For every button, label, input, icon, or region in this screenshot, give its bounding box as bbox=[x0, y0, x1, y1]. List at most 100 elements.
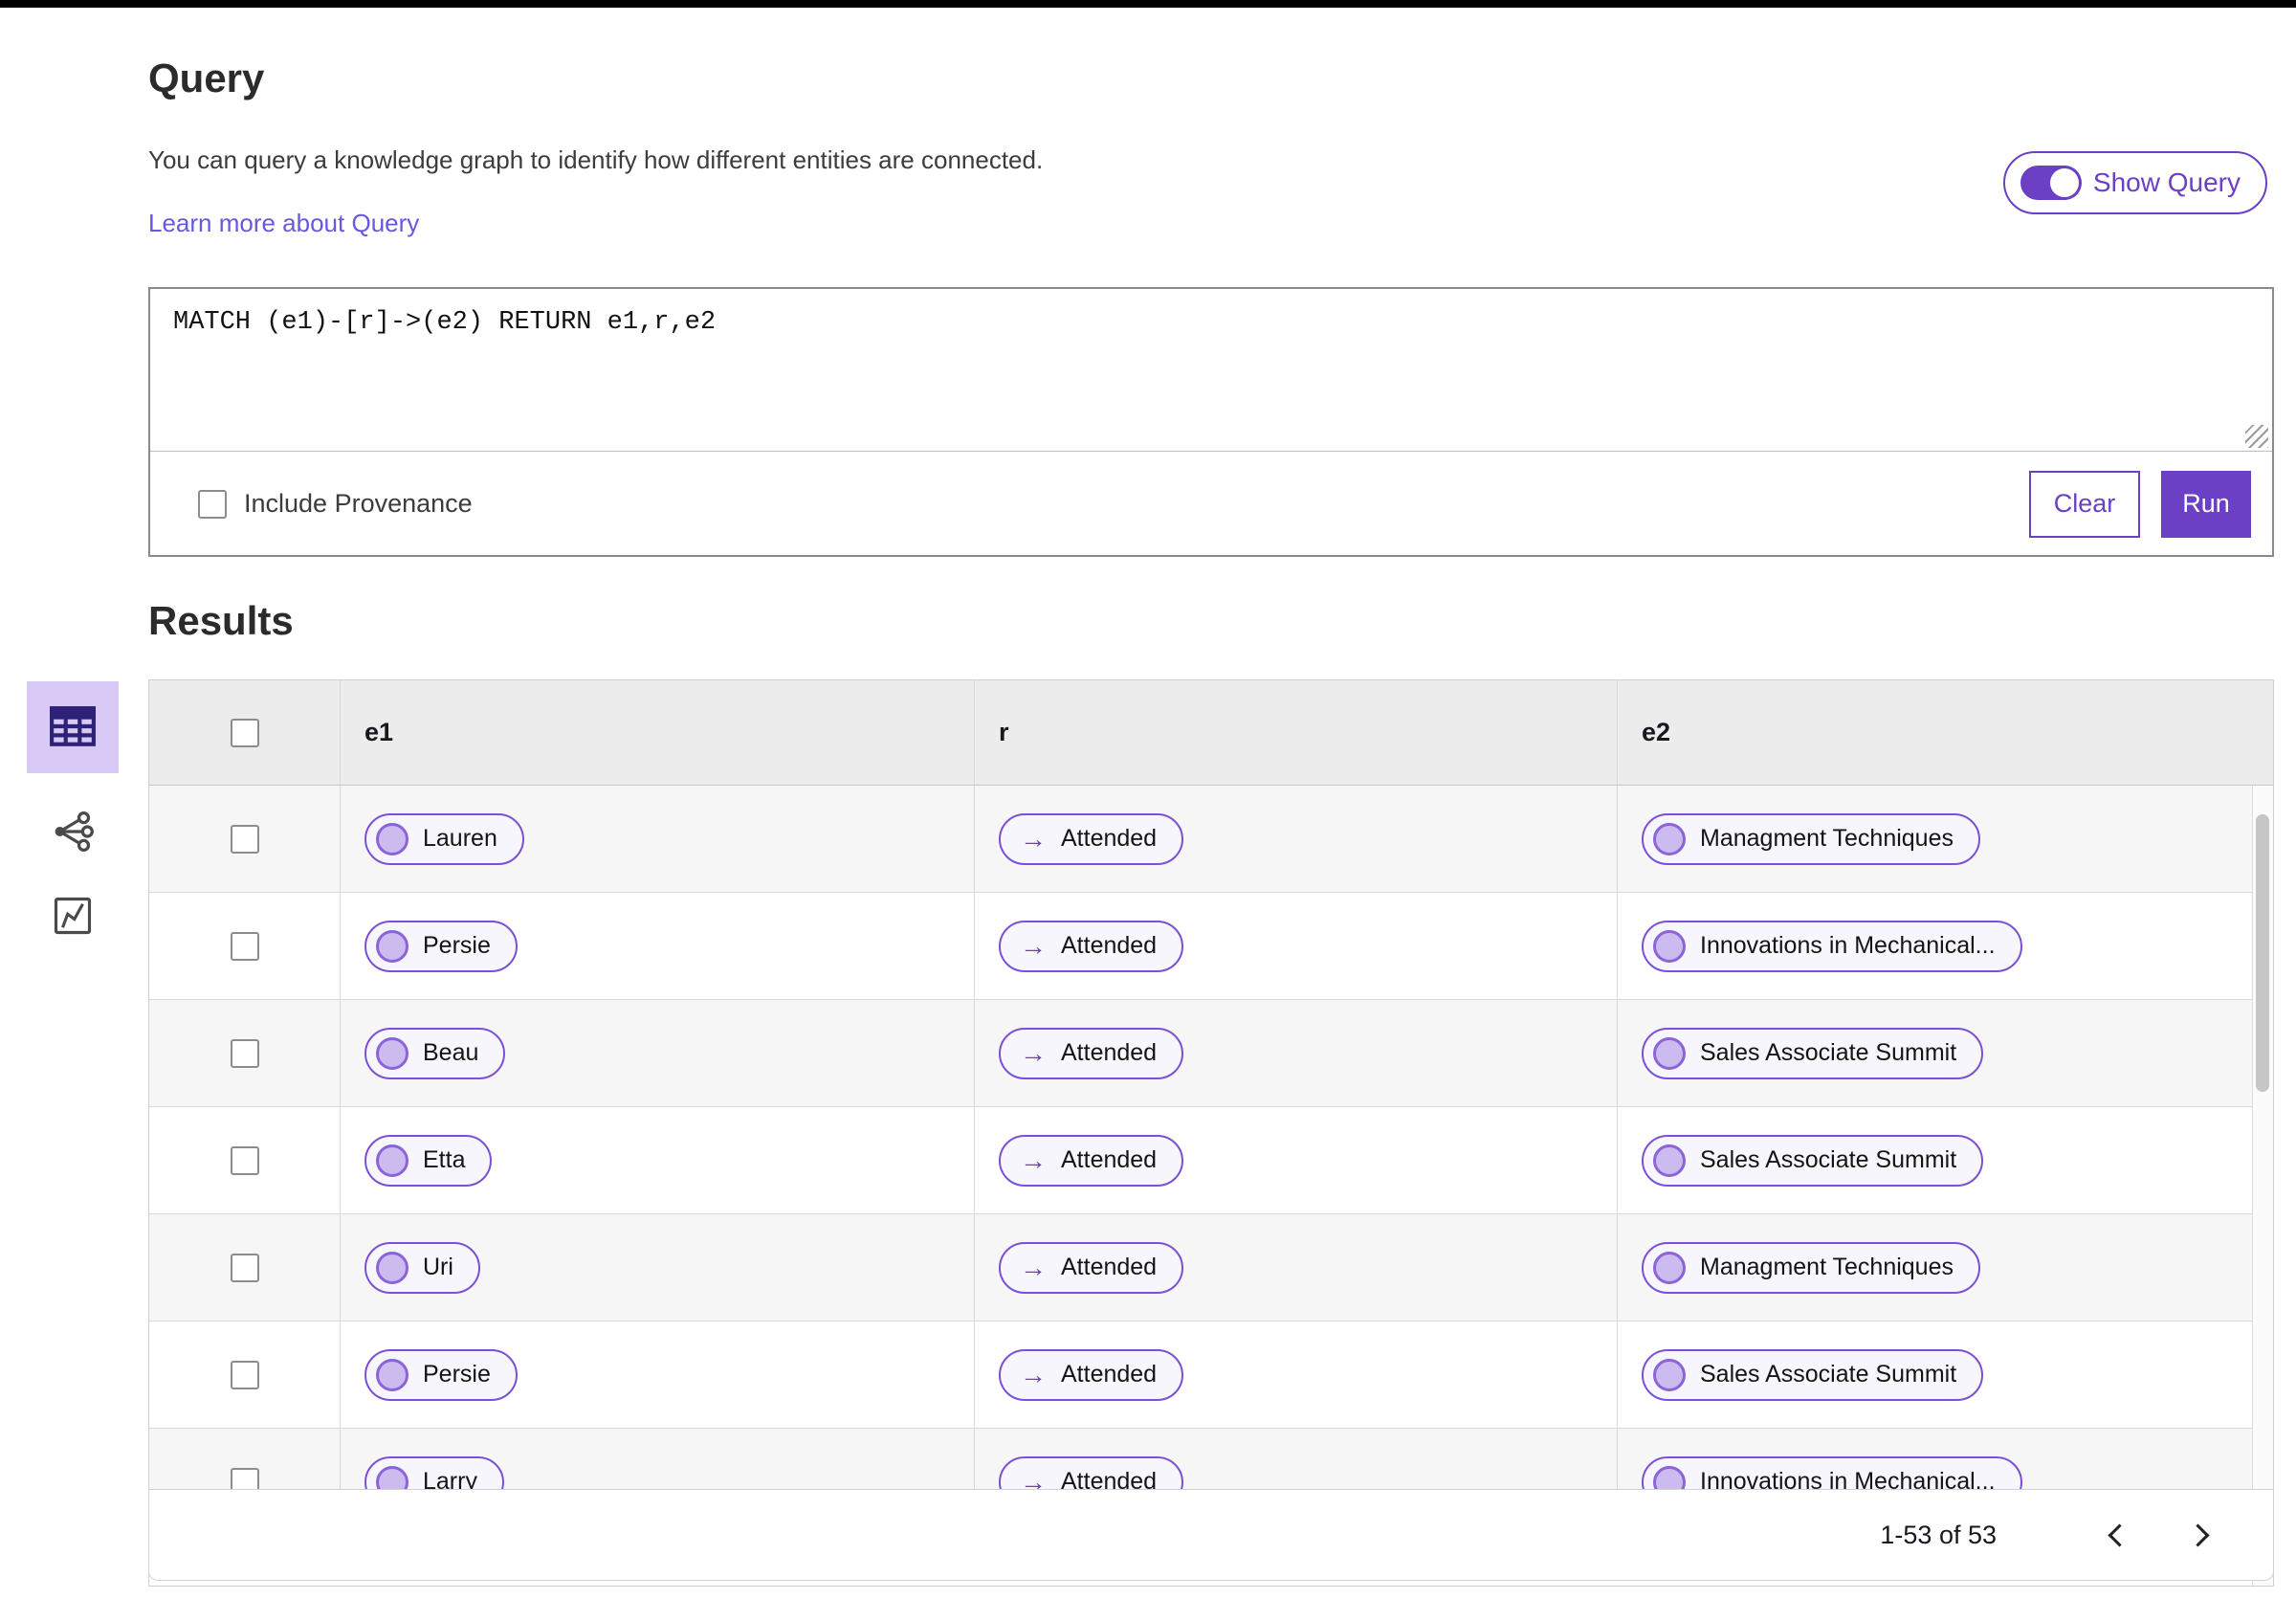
entity-pill[interactable]: Lauren bbox=[364, 812, 524, 865]
include-provenance-checkbox[interactable] bbox=[198, 489, 227, 519]
relation-pill[interactable]: → Attended bbox=[999, 1134, 1184, 1187]
graph-view-button[interactable] bbox=[48, 808, 98, 857]
entity-circle-icon bbox=[1653, 1144, 1686, 1177]
entity-pill[interactable]: Persie bbox=[364, 1348, 518, 1401]
table-view-button[interactable] bbox=[27, 681, 119, 773]
entity-label: Sales Associate Summit bbox=[1700, 1039, 1957, 1066]
page-description: You can query a knowledge graph to ident… bbox=[148, 145, 1044, 174]
table-row: Beau → Attended Sales Associate Summit bbox=[149, 1000, 2273, 1107]
entity-pill[interactable]: Etta bbox=[364, 1134, 493, 1187]
entity-label: Innovations in Mechanical... bbox=[1700, 932, 1996, 959]
column-header-e1: e1 bbox=[364, 718, 394, 746]
entity-pill[interactable]: Persie bbox=[364, 920, 518, 972]
entity-label: Sales Associate Summit bbox=[1700, 1146, 1957, 1173]
clear-button[interactable]: Clear bbox=[2029, 470, 2140, 538]
prev-page-button[interactable] bbox=[2096, 1512, 2142, 1558]
entity-label: Persie bbox=[423, 932, 491, 959]
relation-pill[interactable]: → Attended bbox=[999, 1348, 1184, 1401]
entity-circle-icon bbox=[1653, 929, 1686, 963]
table-header-row: e1 r e2 bbox=[149, 680, 2273, 786]
entity-circle-icon bbox=[376, 822, 408, 855]
arrow-right-icon: → bbox=[1020, 1252, 1047, 1282]
row-checkbox[interactable] bbox=[230, 931, 259, 961]
pagination-range: 1-53 of 53 bbox=[1880, 1520, 1997, 1549]
relation-pill[interactable]: → Attended bbox=[999, 1241, 1184, 1294]
entity-label: Etta bbox=[423, 1146, 466, 1173]
arrow-right-icon: → bbox=[1020, 823, 1047, 854]
arrow-right-icon: → bbox=[1020, 1359, 1047, 1389]
select-all-checkbox[interactable] bbox=[230, 718, 259, 747]
chevron-right-icon bbox=[2185, 1522, 2210, 1547]
entity-circle-icon bbox=[376, 1036, 408, 1070]
scrollbar-thumb[interactable] bbox=[2256, 814, 2269, 1092]
results-table: e1 r e2 Lauren → Attended Managment Tech… bbox=[148, 679, 2274, 1587]
entity-circle-icon bbox=[376, 929, 408, 963]
relation-pill[interactable]: → Attended bbox=[999, 812, 1184, 865]
entity-label: Managment Techniques bbox=[1700, 1254, 1954, 1280]
column-header-r: r bbox=[999, 718, 1009, 746]
table-icon bbox=[49, 705, 97, 750]
entity-pill[interactable]: Managment Techniques bbox=[1642, 1241, 1980, 1294]
entity-circle-icon bbox=[1653, 1036, 1686, 1070]
row-checkbox[interactable] bbox=[230, 1038, 259, 1068]
entity-circle-icon bbox=[376, 1144, 408, 1177]
entity-label: Managment Techniques bbox=[1700, 825, 1954, 852]
table-row: Persie → Attended Innovations in Mechani… bbox=[149, 893, 2273, 1000]
entity-label: Persie bbox=[423, 1361, 491, 1388]
entity-circle-icon bbox=[376, 1251, 408, 1284]
entity-circle-icon bbox=[1653, 822, 1686, 855]
arrow-right-icon: → bbox=[1020, 1037, 1047, 1068]
entity-label: Beau bbox=[423, 1039, 479, 1066]
relation-label: Attended bbox=[1061, 1254, 1158, 1280]
row-checkbox[interactable] bbox=[230, 1360, 259, 1389]
results-view-switcher bbox=[27, 681, 119, 942]
row-checkbox[interactable] bbox=[230, 1253, 259, 1282]
relation-label: Attended bbox=[1061, 1146, 1158, 1173]
graph-icon bbox=[51, 810, 95, 856]
run-button[interactable]: Run bbox=[2161, 470, 2251, 538]
entity-pill[interactable]: Uri bbox=[364, 1241, 480, 1294]
results-title: Results bbox=[148, 598, 294, 643]
toggle-switch-on[interactable] bbox=[2020, 166, 2082, 200]
entity-pill[interactable]: Beau bbox=[364, 1027, 506, 1079]
entity-pill[interactable]: Sales Associate Summit bbox=[1642, 1027, 1984, 1079]
chart-view-button[interactable] bbox=[48, 892, 98, 942]
table-row: Persie → Attended Sales Associate Summit bbox=[149, 1321, 2273, 1429]
query-editor-input[interactable]: MATCH (e1)-[r]->(e2) RETURN e1,r,e2 bbox=[150, 289, 2272, 452]
table-scrollbar[interactable] bbox=[2252, 786, 2273, 1586]
table-row: Uri → Attended Managment Techniques bbox=[149, 1214, 2273, 1321]
entity-label: Uri bbox=[423, 1254, 453, 1280]
arrow-right-icon: → bbox=[1020, 1144, 1047, 1175]
entity-circle-icon bbox=[1653, 1358, 1686, 1391]
next-page-button[interactable] bbox=[2175, 1512, 2220, 1558]
relation-label: Attended bbox=[1061, 1361, 1158, 1388]
learn-more-link[interactable]: Learn more about Query bbox=[148, 209, 419, 238]
row-checkbox[interactable] bbox=[230, 1145, 259, 1175]
relation-label: Attended bbox=[1061, 825, 1158, 852]
query-editor-panel: MATCH (e1)-[r]->(e2) RETURN e1,r,e2 Incl… bbox=[148, 287, 2274, 557]
chart-icon bbox=[53, 896, 93, 939]
top-window-edge bbox=[0, 0, 2296, 8]
entity-pill[interactable]: Managment Techniques bbox=[1642, 812, 1980, 865]
entity-pill[interactable]: Sales Associate Summit bbox=[1642, 1134, 1984, 1187]
chevron-left-icon bbox=[2107, 1522, 2131, 1547]
row-checkbox[interactable] bbox=[230, 824, 259, 854]
show-query-label: Show Query bbox=[2092, 167, 2241, 197]
table-body: Lauren → Attended Managment Techniques P… bbox=[149, 786, 2273, 1536]
relation-pill[interactable]: → Attended bbox=[999, 1027, 1184, 1079]
pagination-footer: 1-53 of 53 bbox=[148, 1489, 2274, 1581]
entity-label: Sales Associate Summit bbox=[1700, 1361, 1957, 1388]
entity-pill[interactable]: Sales Associate Summit bbox=[1642, 1348, 1984, 1401]
toggle-knob bbox=[2049, 168, 2079, 197]
relation-pill[interactable]: → Attended bbox=[999, 920, 1184, 972]
entity-pill[interactable]: Innovations in Mechanical... bbox=[1642, 920, 2022, 972]
arrow-right-icon: → bbox=[1020, 930, 1047, 961]
entity-label: Lauren bbox=[423, 825, 497, 852]
page-title: Query bbox=[148, 56, 265, 100]
table-row: Etta → Attended Sales Associate Summit bbox=[149, 1107, 2273, 1214]
query-editor-footer: Include Provenance Clear Run bbox=[150, 453, 2272, 555]
include-provenance-label: Include Provenance bbox=[244, 489, 473, 518]
relation-label: Attended bbox=[1061, 1039, 1158, 1066]
show-query-toggle[interactable]: Show Query bbox=[2002, 151, 2267, 214]
relation-label: Attended bbox=[1061, 932, 1158, 959]
